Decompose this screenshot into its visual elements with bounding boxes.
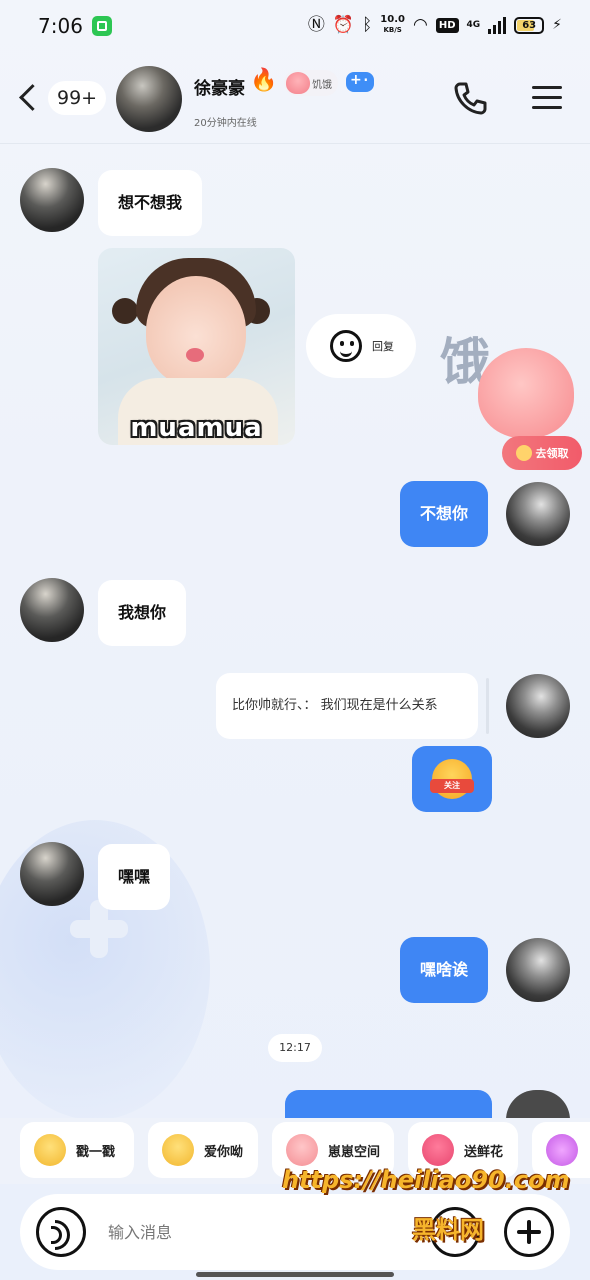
bluetooth-icon: ᛒ [362,15,373,35]
battery-percent: 63 [522,19,537,31]
poke-emoji-icon [34,1134,66,1166]
emoji-message-bubble[interactable]: 关注 [412,746,492,812]
peach-status-label: 饥饿 [312,79,332,91]
sticker-mouth [186,348,204,362]
app-notification-icon [92,16,112,36]
home-indicator[interactable] [196,1272,394,1277]
sticker-message[interactable]: muamua [98,248,295,445]
net-speed-value: 10.0 [380,14,405,25]
message-input-bar [20,1194,570,1270]
net-speed-unit: KB/S [383,26,402,34]
quick-action-love[interactable]: 爱你呦 [148,1122,258,1178]
status-bar: 7:06 Ⓝ ⏰ ᛒ 10.0 KB/S ◠ HD 4G 63 ⚡ [0,0,590,52]
phone-call-button[interactable] [452,80,488,116]
contact-message-avatar[interactable] [20,578,84,642]
claim-reward-label: 去领取 [535,447,569,460]
wifi-icon: ◠ [412,15,428,35]
peach-mascot-icon [478,348,574,438]
heart-eyes-emoji-icon [162,1134,194,1166]
quick-action-poke[interactable]: 戳一戳 [20,1122,134,1178]
quick-reply-label: 回复 [372,340,394,353]
watermark-url: https://heiliao90.com [282,1166,570,1194]
contact-name[interactable]: 徐豪豪 [194,74,245,99]
outgoing-message-bubble[interactable]: 不想你 [400,481,489,547]
voice-input-button[interactable] [36,1207,86,1257]
emoji-tag-label: 关注 [430,779,474,793]
peach-mascot-icon [286,1134,318,1166]
add-attachment-button[interactable] [504,1207,554,1257]
unread-count-badge[interactable]: 99+ [48,81,107,115]
quick-reply-button[interactable]: 回复 [306,314,416,378]
contact-message-avatar[interactable] [20,168,84,232]
peach-mascot-icon [286,72,310,94]
peach-status-badge[interactable]: 饥饿 [284,70,338,96]
online-status: 20分钟内在线 [194,118,257,129]
outgoing-message-bubble[interactable]: 嘿啥诶 [400,937,489,1003]
my-message-avatar[interactable] [506,938,570,1002]
message-input[interactable] [108,1214,348,1250]
charging-icon: ⚡ [552,17,562,33]
incoming-message-bubble[interactable]: 嘿嘿 [98,844,171,910]
hd-badge: HD [435,17,459,33]
contact-avatar[interactable] [116,66,182,132]
alarm-icon: ⏰ [332,15,355,35]
incoming-message-bubble[interactable]: 想不想我 [98,170,203,236]
quick-action-label: 崽崽空间 [328,1144,381,1160]
quick-action-label: 戳一戳 [76,1144,116,1160]
chat-header: 99+ 徐豪豪 🔥 饥饿 20分钟内在线 [0,52,590,144]
quick-action-label: 爱你呦 [204,1144,244,1160]
quick-action-label: 送鲜花 [464,1144,504,1160]
sticker-face [146,276,246,386]
contact-message-avatar[interactable] [20,842,84,906]
network-type: 4G [466,20,481,30]
sticker-caption: muamua [130,413,263,443]
fire-icon [546,1134,578,1166]
my-message-avatar-partial[interactable] [506,1090,570,1120]
status-icons: Ⓝ ⏰ ᛒ 10.0 KB/S ◠ HD 4G 63 ⚡ [308,13,562,37]
watermark-name: 黑料网 [412,1216,484,1244]
battery-icon: 63 [514,16,545,34]
incoming-message-bubble[interactable]: 我想你 [98,580,187,646]
back-button[interactable] [14,80,44,116]
status-time: 7:06 [38,14,83,38]
coin-icon [515,445,532,461]
message-timestamp: 12:17 [268,1034,322,1062]
signal-icon [488,16,507,34]
game-controller-icon[interactable] [346,68,374,92]
follow-emoji-icon: 关注 [430,759,474,799]
flower-icon [422,1134,454,1166]
quoted-message-bubble[interactable]: 比你帅就行、： 我们现在是什么关系 [216,673,478,739]
net-speed: 10.0 KB/S [380,15,405,35]
sticker-hair-bun-left [112,298,138,324]
smile-icon [330,330,362,362]
fire-streak-icon[interactable]: 🔥 [250,68,277,93]
menu-button[interactable] [532,86,562,110]
my-message-avatar[interactable] [506,482,570,546]
quote-indicator-bar [486,678,489,734]
nfc-icon: Ⓝ [307,15,325,35]
my-message-avatar[interactable] [506,674,570,738]
claim-reward-button[interactable]: 去领取 [502,436,582,470]
